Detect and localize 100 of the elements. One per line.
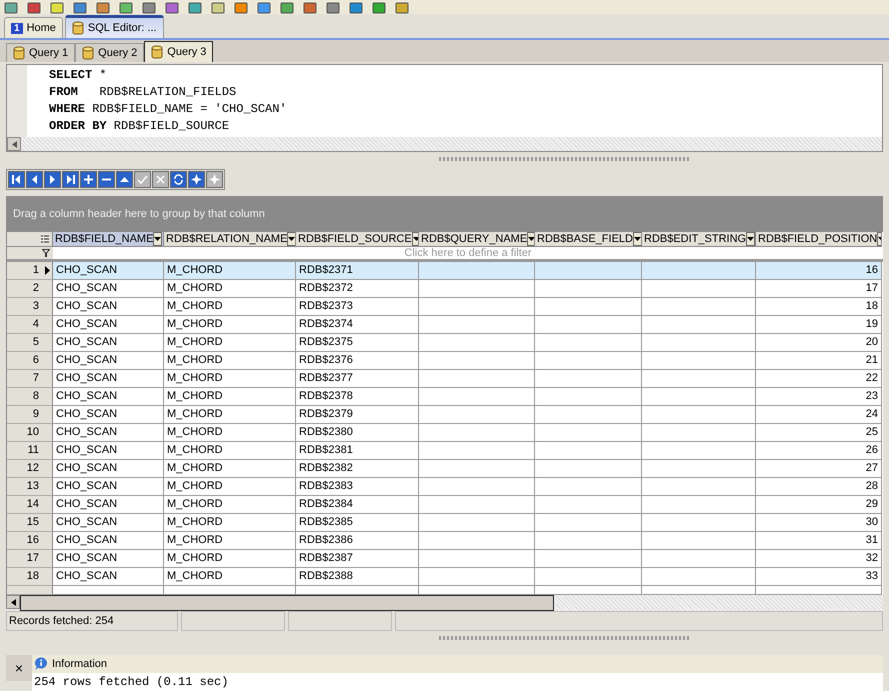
table-cell: M_CHORD: [164, 334, 296, 352]
table-cell: RDB$2379: [296, 406, 419, 424]
toolbar-icon[interactable]: [50, 2, 64, 14]
next-record-button[interactable]: [44, 170, 61, 188]
toolbar-icon[interactable]: [303, 2, 317, 14]
column-title: RDB$FIELD_NAME: [55, 233, 154, 245]
table-cell: 17: [756, 280, 882, 298]
column-header[interactable]: RDB$FIELD_POSITION: [756, 232, 882, 247]
row-number: 12: [7, 460, 43, 478]
toolbar-icon[interactable]: [165, 2, 179, 14]
database-icon: [82, 46, 94, 60]
table-cell: 19: [756, 316, 882, 334]
plus-icon: [82, 172, 95, 186]
splitter-grip[interactable]: [439, 636, 689, 640]
document-tab[interactable]: SQL Editor: ...: [64, 15, 164, 38]
table-cell: 33: [756, 568, 882, 586]
table-cell: CHO_SCAN: [53, 280, 164, 298]
toolbar-icon[interactable]: [372, 2, 386, 14]
table-cell: RDB$2372: [296, 280, 419, 298]
toolbar-icon[interactable]: [188, 2, 202, 14]
dropdown-button[interactable]: [746, 232, 755, 246]
table-cell: CHO_SCAN: [53, 478, 164, 496]
toolbar-icon[interactable]: [257, 2, 271, 14]
sql-line: SELECT*: [49, 67, 108, 84]
insert-button[interactable]: [80, 170, 97, 188]
horizontal-scrollbar[interactable]: [6, 595, 883, 611]
dropdown-button[interactable]: [632, 232, 641, 246]
delete-button[interactable]: [98, 170, 115, 188]
table-cell: M_CHORD: [164, 316, 296, 334]
refresh-icon: [172, 172, 185, 186]
toolbar-icon[interactable]: [73, 2, 87, 14]
table-cell: 26: [756, 442, 882, 460]
dropdown-button[interactable]: [287, 232, 295, 246]
dropdown-button[interactable]: [412, 232, 418, 246]
scrollbar-thumb[interactable]: [20, 595, 554, 611]
toolbar-icon[interactable]: [326, 2, 340, 14]
query-tab[interactable]: Query 3: [144, 41, 214, 62]
star-button[interactable]: [188, 170, 205, 188]
table-cell: M_CHORD: [164, 424, 296, 442]
table-cell: M_CHORD: [164, 388, 296, 406]
table-cell: 31: [756, 532, 882, 550]
close-button[interactable]: ×: [6, 655, 32, 681]
dropdown-button[interactable]: [153, 232, 162, 246]
toolbar-icon[interactable]: [119, 2, 133, 14]
query-tab[interactable]: Query 1: [6, 43, 76, 62]
splitter-grip[interactable]: [439, 157, 689, 161]
document-tab[interactable]: 1 Home: [4, 17, 63, 38]
table-cell: M_CHORD: [164, 460, 296, 478]
query-tab[interactable]: Query 2: [75, 43, 144, 62]
column-header[interactable]: RDB$RELATION_NAME: [164, 232, 296, 247]
row-indicator[interactable]: [43, 262, 53, 280]
filter-icon[interactable]: [42, 249, 50, 257]
row-number: 13: [7, 478, 43, 496]
toolbar-icon[interactable]: [280, 2, 294, 14]
refresh-button[interactable]: [170, 170, 187, 188]
column-header[interactable]: RDB$QUERY_NAME: [419, 232, 535, 247]
panel-title: Information: [52, 658, 108, 670]
table-cell: RDB$2381: [296, 442, 419, 460]
tab-number: 1: [11, 22, 23, 34]
table-cell: CHO_SCAN: [53, 406, 164, 424]
toolbar-icon[interactable]: [234, 2, 248, 14]
info-icon: [32, 657, 48, 671]
table-cell: 20: [756, 334, 882, 352]
column-title: RDB$BASE_FIELD: [537, 233, 633, 245]
toolbar-icon[interactable]: [349, 2, 363, 14]
table-cell: M_CHORD: [164, 370, 296, 388]
table-cell: 28: [756, 478, 882, 496]
status-panel: Records fetched: 254: [6, 611, 178, 631]
toolbar-icon[interactable]: [4, 2, 18, 14]
toolbar-icon[interactable]: [27, 2, 41, 14]
column-header[interactable]: RDB$EDIT_STRING: [642, 232, 756, 247]
table-cell: M_CHORD: [164, 406, 296, 424]
row-number: 16: [7, 532, 43, 550]
toolbar-icon[interactable]: [142, 2, 156, 14]
table-cell: CHO_SCAN: [53, 496, 164, 514]
column-chooser-icon[interactable]: [41, 234, 49, 244]
dropdown-button[interactable]: [527, 232, 534, 246]
row-number: 5: [7, 334, 43, 352]
toolbar-icon[interactable]: [211, 2, 225, 14]
first-arrow-icon: [10, 172, 23, 186]
prior-record-button[interactable]: [26, 170, 43, 188]
sql-line: WHERE RDB$FIELD_NAME = 'CHO_SCAN': [49, 101, 288, 118]
toolbar-icon[interactable]: [395, 2, 409, 14]
cross-icon: [154, 172, 167, 186]
column-header[interactable]: RDB$FIELD_SOURCE: [296, 232, 419, 247]
first-record-button[interactable]: [8, 170, 25, 188]
edit-button[interactable]: [116, 170, 133, 188]
sql-editor[interactable]: SELECT* FROM RDB$RELATION_FIELDS WHERE RDB$FIELD_NAME = 'CHO_SCAN' ORDER BY RDB$FIELD_SOURCE: [6, 64, 883, 152]
column-header[interactable]: RDB$FIELD_NAME: [53, 232, 164, 247]
last-record-button[interactable]: [62, 170, 79, 188]
star-icon: [208, 172, 221, 186]
table-cell: RDB$2371: [296, 262, 419, 280]
row-number: 11: [7, 442, 43, 460]
table-cell: CHO_SCAN: [53, 316, 164, 334]
row-number: 4: [7, 316, 43, 334]
left-arrow-icon[interactable]: [10, 598, 16, 606]
row-number: 3: [7, 298, 43, 316]
horizontal-scrollbar[interactable]: [7, 137, 882, 151]
toolbar-icon[interactable]: [96, 2, 110, 14]
column-header[interactable]: RDB$BASE_FIELD: [535, 232, 642, 247]
